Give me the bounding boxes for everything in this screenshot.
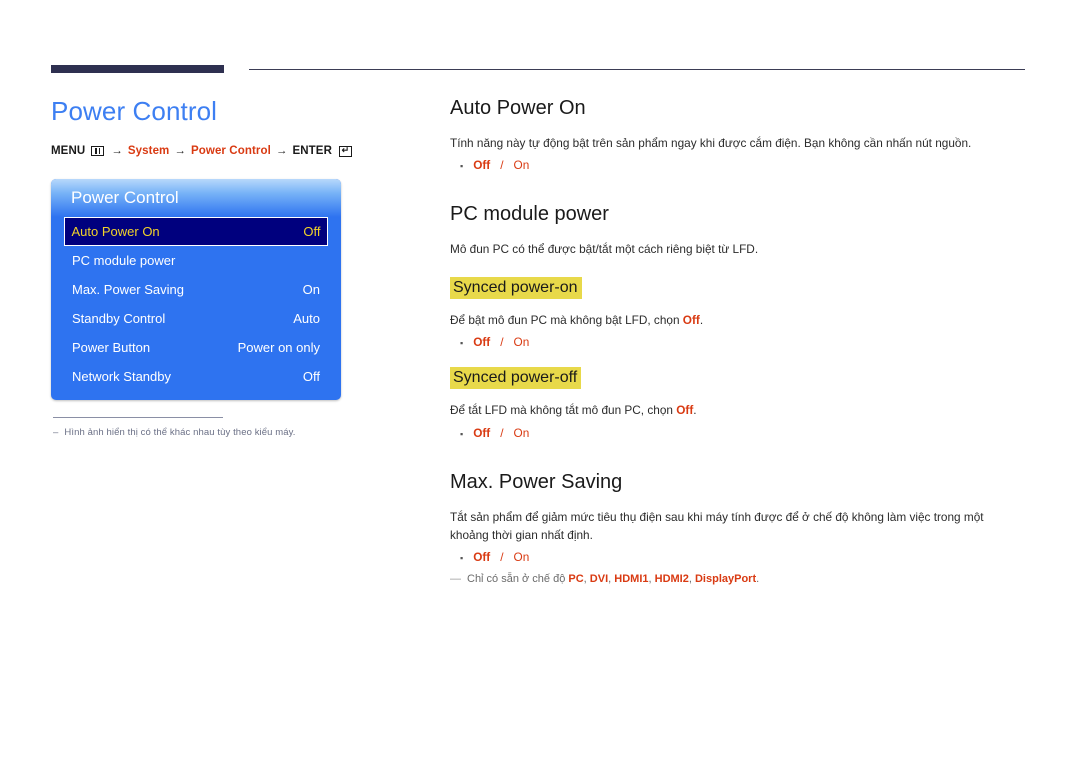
right-column: Auto Power On Tính năng này tự động bật …	[450, 96, 1030, 585]
synced-on-body-accent: Off	[682, 312, 700, 327]
breadcrumb-enter-label: ENTER	[292, 145, 332, 158]
synced-off-body-post: .	[693, 403, 697, 418]
header-rule-thick	[51, 65, 224, 73]
breadcrumb-menu-label: MENU	[51, 145, 86, 158]
section-heading-max-power-saving: Max. Power Saving	[450, 470, 623, 493]
option-list-auto-power-on: ▪ Off / On	[460, 158, 1030, 172]
osd-menu-list: Auto Power On Off PC module power Max. P…	[51, 217, 341, 391]
synced-on-body-pre: Để bật mô đun PC mà không bật LFD, chọn	[450, 312, 683, 327]
option-off: Off	[473, 550, 491, 565]
option-on: On	[513, 335, 530, 350]
osd-row-max-power-saving[interactable]: Max. Power Saving On	[64, 275, 328, 304]
synced-off-body-pre: Để tắt LFD mà không tắt mô đun PC, chọn	[450, 403, 677, 418]
option-list-synced-power-on: ▪ Off / On	[460, 335, 1030, 349]
footnote: – Hình ảnh hiển thị có thể khác nhau tùy…	[51, 427, 411, 438]
subsection-body-synced-power-off: Để tắt LFD mà không tắt mô đun PC, chọn …	[450, 401, 1015, 419]
osd-row-label: Auto Power On	[71, 224, 160, 240]
option-off: Off	[473, 335, 491, 350]
section-body-pc-module-power: Mô đun PC có thể được bật/tắt một cách r…	[450, 242, 759, 257]
note-mode-displayport: DisplayPort	[694, 573, 757, 586]
breadcrumb-step-system: System	[127, 145, 170, 158]
option-separator: /	[500, 425, 504, 440]
bullet-dot: ▪	[460, 428, 464, 439]
synced-off-body-accent: Off	[676, 403, 694, 418]
subsection-heading-synced-power-on: Synced power-on	[450, 276, 582, 299]
osd-row-standby-control[interactable]: Standby Control Auto	[64, 304, 328, 333]
subsection-heading-synced-power-off: Synced power-off	[450, 367, 582, 390]
osd-row-label: PC module power	[72, 253, 176, 269]
note-text: Chỉ có sẵn ở chế độ PC, DVI, HDMI1, HDMI…	[467, 573, 760, 586]
footnote-text: Hình ảnh hiển thị có thể khác nhau tùy t…	[64, 427, 296, 439]
bullet-dot: ▪	[460, 553, 464, 564]
osd-row-power-button[interactable]: Power Button Power on only	[64, 333, 328, 362]
option-separator: /	[500, 335, 504, 350]
osd-row-value: Auto	[293, 311, 320, 327]
bullet-dot: ▪	[460, 338, 464, 349]
breadcrumb-arrow-3: →	[275, 145, 288, 158]
osd-row-label: Standby Control	[72, 311, 166, 327]
option-separator: /	[500, 550, 504, 565]
option-off: Off	[473, 158, 491, 173]
breadcrumb-arrow-1: →	[111, 145, 123, 158]
note-post: .	[756, 573, 760, 586]
section-heading-pc-module-power: PC module power	[450, 203, 609, 226]
osd-row-label: Power Button	[72, 340, 151, 356]
page-title: Power Control	[51, 96, 218, 126]
enter-key-icon	[338, 145, 352, 157]
osd-row-network-standby[interactable]: Network Standby Off	[64, 362, 328, 391]
option-separator: /	[500, 158, 504, 173]
breadcrumb-step-power-control: Power Control	[191, 145, 271, 158]
osd-panel: Power Control Auto Power On Off PC modul…	[51, 179, 341, 401]
menu-grid-icon	[91, 146, 105, 157]
osd-row-value: Power on only	[237, 340, 320, 356]
note-mode-pc: PC	[568, 573, 584, 586]
footnote-dash: –	[53, 427, 59, 439]
note-mode-hdmi2: HDMI2	[654, 573, 689, 586]
section-heading-auto-power-on: Auto Power On	[450, 97, 586, 119]
option-list-synced-power-off: ▪ Off / On	[460, 426, 1030, 440]
breadcrumb-arrow-2: →	[174, 145, 186, 158]
osd-row-value: Off	[303, 224, 321, 240]
subsection-body-synced-power-on: Để bật mô đun PC mà không bật LFD, chọn …	[450, 311, 1015, 329]
synced-on-body-post: .	[699, 312, 704, 327]
header-rule-thin	[249, 69, 1025, 70]
note-mode-dvi: DVI	[589, 573, 609, 586]
osd-row-pc-module-power[interactable]: PC module power	[64, 246, 328, 275]
option-off: Off	[473, 425, 491, 440]
option-list-max-power-saving: ▪ Off / On	[460, 550, 1030, 564]
footnote-divider	[53, 417, 223, 419]
document-page: Power Control MENU → System → Power Cont…	[0, 0, 1080, 763]
note-pre: Chỉ có sẵn ở chế độ	[467, 573, 569, 586]
section-body-auto-power-on: Tính năng này tự động bật trên sản phẩm …	[450, 136, 972, 150]
osd-row-value: On	[302, 282, 320, 298]
bullet-dot: ▪	[460, 161, 464, 172]
note-mode-hdmi1: HDMI1	[614, 573, 649, 586]
option-on: On	[513, 158, 530, 173]
osd-row-auto-power-on[interactable]: Auto Power On Off	[64, 217, 328, 247]
option-on: On	[513, 425, 530, 440]
breadcrumb: MENU → System → Power Control → ENTER	[51, 145, 411, 157]
osd-row-value: Off	[302, 369, 320, 385]
section-body-max-power-saving: Tắt sản phẩm để giảm mức tiêu thụ điện s…	[450, 509, 984, 542]
option-on: On	[513, 550, 530, 565]
note-max-power-saving: — Chỉ có sẵn ở chế độ PC, DVI, HDMI1, HD…	[450, 573, 1030, 585]
osd-row-label: Max. Power Saving	[72, 282, 184, 298]
osd-row-label: Network Standby	[72, 369, 171, 385]
note-dash: —	[450, 573, 461, 586]
osd-panel-title: Power Control	[51, 179, 341, 218]
left-column: Power Control MENU → System → Power Cont…	[51, 96, 411, 438]
